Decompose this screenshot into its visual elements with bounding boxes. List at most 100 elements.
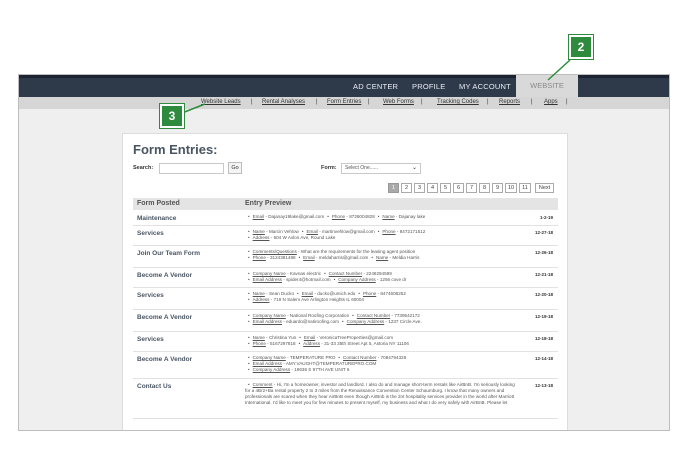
field-value: martinvehlow@gmail.com bbox=[322, 229, 375, 234]
form-posted-cell: Become A Vendor bbox=[137, 356, 193, 363]
bullet-icon: • bbox=[248, 277, 250, 282]
bullet-icon: • bbox=[248, 382, 250, 387]
nav-website[interactable]: WEBSITE bbox=[516, 75, 578, 97]
entry-preview-line: • Company Address - 19636 S 97TH AVE UNIT… bbox=[245, 367, 515, 373]
field-key: Name bbox=[252, 335, 265, 340]
table-row[interactable]: Services • Name - Sean Ducko • Email - ducko… bbox=[133, 288, 558, 310]
field-key: Email bbox=[252, 214, 265, 219]
field-key: Comments/Questions bbox=[252, 249, 297, 254]
entry-preview-line: • Phone - 3124381488 • Email - meldaharris@… bbox=[245, 255, 515, 261]
page-button-11[interactable]: 11 bbox=[519, 183, 531, 193]
page-button-8[interactable]: 8 bbox=[479, 183, 490, 193]
page-button-3[interactable]: 3 bbox=[414, 183, 425, 193]
subnav-separator: | bbox=[251, 99, 253, 105]
callout-badge-website: 2 bbox=[569, 35, 593, 59]
table-row[interactable]: Maintenance • Email - Dajanay19lake@gmail.… bbox=[133, 211, 558, 226]
table-row[interactable]: Become A Vendor • Company Name - National … bbox=[133, 310, 558, 332]
form-posted-cell: Maintenance bbox=[137, 215, 177, 222]
page-button-9[interactable]: 9 bbox=[492, 183, 503, 193]
table-row[interactable]: Become A Vendor • Company Name - Kavnas el… bbox=[133, 268, 558, 288]
field-value: eduardo@natiroofing.com bbox=[286, 319, 340, 324]
subnav-separator: | bbox=[487, 99, 489, 105]
form-posted-cell: Services bbox=[137, 292, 164, 299]
field-key: Email bbox=[303, 255, 315, 260]
nav-profile[interactable]: PROFILE bbox=[412, 82, 446, 91]
subnav-form-entries[interactable]: Form Entries bbox=[327, 99, 361, 105]
field-key: Email Address bbox=[252, 361, 282, 366]
subnav-reports[interactable]: Reports bbox=[499, 99, 520, 105]
field-value: 719 N Salem Ave Arlington Heights IL 600… bbox=[273, 297, 364, 302]
table-row[interactable]: Contact Us • Comment - Hi, I'm a homeowner… bbox=[133, 379, 558, 419]
table-row[interactable]: Become A Vendor • Company Name - TEMPERATU… bbox=[133, 352, 558, 379]
subnav-apps[interactable]: Apps bbox=[544, 99, 558, 105]
entry-preview-line: • Address - 719 N Salem Ave Arlington Hei… bbox=[245, 297, 515, 303]
subnav-rental-analyses[interactable]: Rental Analyses bbox=[262, 99, 305, 105]
form-posted-cell: Contact Us bbox=[137, 383, 172, 390]
next-page-button[interactable]: Next bbox=[535, 183, 554, 193]
field-key: Email bbox=[306, 229, 318, 234]
table-row[interactable]: Services • Name - Marcin Vehlow • Email - ma… bbox=[133, 226, 558, 246]
entry-preview-cell: • Email - Dajanay19lake@gmail.com • Phone -… bbox=[245, 214, 515, 220]
field-value: 1256 cove dr bbox=[379, 277, 407, 282]
bullet-icon: • bbox=[248, 255, 250, 260]
bullet-icon: • bbox=[324, 271, 326, 276]
field-value: ducko@umich.edu bbox=[317, 291, 356, 296]
table-row[interactable]: Services • Name - Christina Yun • Email - Ve… bbox=[133, 332, 558, 352]
bullet-icon: • bbox=[352, 313, 354, 318]
page-button-2[interactable]: 2 bbox=[401, 183, 412, 193]
bullet-icon: • bbox=[248, 361, 250, 366]
page-button-5[interactable]: 5 bbox=[440, 183, 451, 193]
page-button-4[interactable]: 4 bbox=[427, 183, 438, 193]
subnav-separator: | bbox=[566, 99, 568, 105]
top-navigation: AD CENTER PROFILE MY ACCOUNT WEBSITE bbox=[19, 75, 669, 97]
subnav-separator: | bbox=[531, 99, 533, 105]
bullet-icon: • bbox=[248, 214, 250, 219]
field-key: Email bbox=[301, 291, 314, 296]
search-input[interactable] bbox=[159, 163, 224, 174]
bullet-icon: • bbox=[297, 291, 299, 296]
page-button-1[interactable]: 1 bbox=[388, 183, 399, 193]
page-button-10[interactable]: 10 bbox=[505, 183, 517, 193]
nav-ad-center[interactable]: AD CENTER bbox=[353, 82, 398, 91]
entry-preview-cell: • Comment - Hi, I'm a homeowner, investor… bbox=[245, 382, 515, 406]
field-value: 604 W Avlon Ave, Round Lake bbox=[273, 235, 336, 240]
field-value: 3124381488 bbox=[270, 255, 296, 260]
subnav-web-forms[interactable]: Web Forms bbox=[383, 99, 414, 105]
field-key: Phone bbox=[252, 341, 266, 346]
field-value: 7084794328 bbox=[380, 355, 407, 360]
bullet-icon: • bbox=[248, 249, 250, 254]
table-header: Form Posted Entry Preview bbox=[133, 198, 558, 210]
page-button-7[interactable]: 7 bbox=[466, 183, 477, 193]
bullet-icon: • bbox=[358, 291, 360, 296]
bullet-icon: • bbox=[248, 319, 250, 324]
field-key: Address bbox=[252, 297, 270, 302]
callout-badge-website-leads: 3 bbox=[160, 104, 184, 128]
field-key: Phone bbox=[362, 291, 377, 296]
field-value: Dajanay lake bbox=[398, 214, 426, 219]
field-key: Company Address bbox=[346, 319, 385, 324]
entry-preview-cell: • Name - Marcin Vehlow • Email - martinvehl… bbox=[245, 229, 515, 241]
entry-date: 12-20-18 bbox=[534, 292, 553, 297]
field-value: 8472171512 bbox=[399, 229, 426, 234]
field-value: 1237 Circle Ave. bbox=[388, 319, 422, 324]
field-key: Address bbox=[252, 235, 270, 240]
field-key: Email bbox=[303, 335, 316, 340]
table-row[interactable]: Join Our Team Form • Comments/Questions - … bbox=[133, 246, 558, 268]
form-select[interactable]: Select One...... ⌄ bbox=[341, 163, 421, 174]
go-button[interactable]: Go bbox=[228, 162, 242, 174]
entry-date: 12-18-18 bbox=[534, 336, 553, 341]
subnav-separator: | bbox=[368, 99, 370, 105]
entry-date: 12-21-18 bbox=[534, 272, 553, 277]
entry-preview-cell: • Company Name - TEMPERATURE PRO • Contact … bbox=[245, 355, 515, 373]
subnav-website-leads[interactable]: Website Leads bbox=[201, 99, 241, 105]
page-button-6[interactable]: 6 bbox=[453, 183, 464, 193]
field-value: 7739542172 bbox=[394, 313, 420, 318]
bullet-icon: • bbox=[248, 335, 250, 340]
form-posted-cell: Join Our Team Form bbox=[137, 250, 201, 257]
subnav-tracking-codes[interactable]: Tracking Codes bbox=[437, 99, 479, 105]
nav-my-account[interactable]: MY ACCOUNT bbox=[459, 82, 511, 91]
entry-preview-cell: • Company Name - National Roofing Corpora… bbox=[245, 313, 515, 325]
field-key: Email Address bbox=[252, 319, 282, 324]
entry-preview-line: • Comment - Hi, I'm a homeowner, investor… bbox=[245, 382, 515, 405]
subnav-separator: | bbox=[421, 99, 423, 105]
